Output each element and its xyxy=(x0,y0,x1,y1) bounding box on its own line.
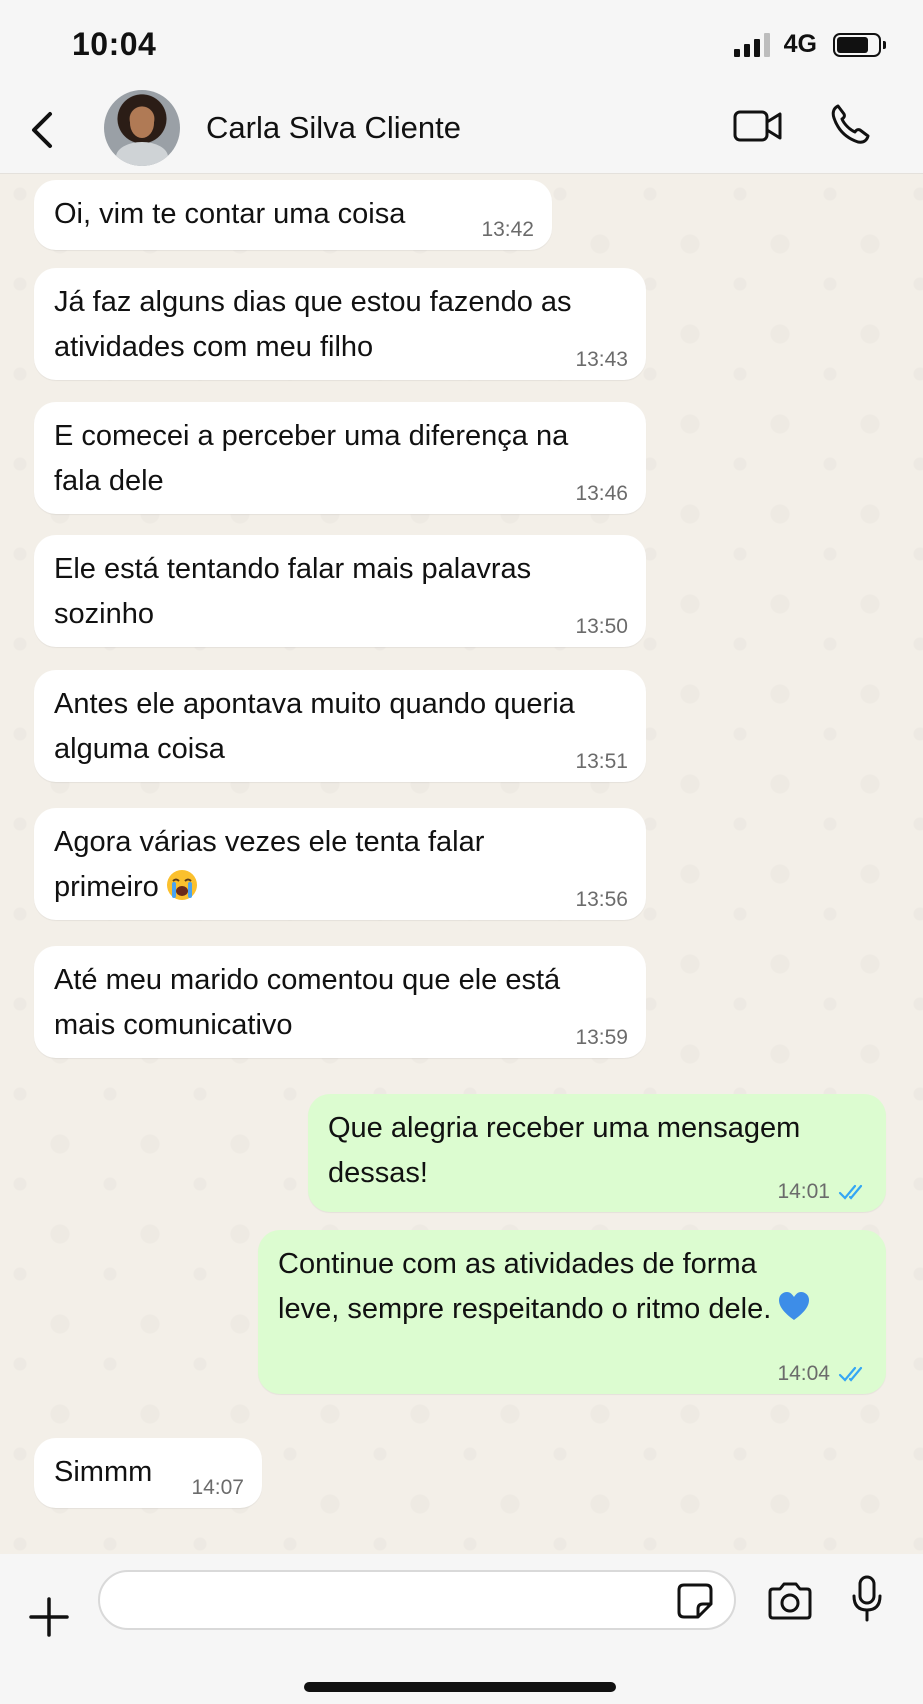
composer-bar xyxy=(0,1554,923,1704)
message-time: 13:50 xyxy=(575,615,628,638)
read-receipt-icon xyxy=(838,1184,863,1200)
contact-avatar[interactable] xyxy=(104,90,180,166)
sticker-icon[interactable] xyxy=(676,1582,714,1620)
message-text-line: Continue com as atividades de forma leve… xyxy=(278,1248,772,1325)
message-incoming[interactable]: Antes ele apontava muito quando queria a… xyxy=(34,670,646,782)
message-incoming[interactable]: E comecei a perceber uma diferença na fa… xyxy=(34,402,646,514)
message-time: 13:43 xyxy=(575,348,628,371)
message-text: Antes ele apontava muito quando queria a… xyxy=(54,688,575,765)
message-input[interactable] xyxy=(98,1570,736,1630)
message-outgoing[interactable]: Continue com as atividades de forma leve… xyxy=(258,1230,886,1394)
message-time: 13:51 xyxy=(575,750,628,773)
message-text: Agora várias vezes ele tenta falar prime… xyxy=(54,820,626,910)
signal-icon xyxy=(733,32,770,57)
message-incoming[interactable]: Já faz alguns dias que estou fazendo as … xyxy=(34,268,646,380)
message-text: Continue com as atividades de forma leve… xyxy=(278,1242,866,1332)
chat-header: Carla Silva Cliente xyxy=(0,88,923,174)
voice-call-icon[interactable] xyxy=(828,102,872,146)
message-text: E comecei a perceber uma diferença na fa… xyxy=(54,420,569,497)
microphone-icon[interactable] xyxy=(850,1574,884,1624)
attach-plus-icon[interactable] xyxy=(28,1596,70,1638)
message-text: Já faz alguns dias que estou fazendo as … xyxy=(54,286,572,363)
message-list: Oi, vim te contar uma coisa 13:42 Já faz… xyxy=(0,174,923,1554)
status-indicators: 4G xyxy=(733,30,886,59)
battery-icon xyxy=(833,32,886,57)
message-time: 14:01 xyxy=(777,1180,830,1203)
message-time: 14:04 xyxy=(777,1362,830,1385)
message-incoming[interactable]: Agora várias vezes ele tenta falar prime… xyxy=(34,808,646,920)
message-time: 13:59 xyxy=(575,1026,628,1049)
crying-face-emoji-icon xyxy=(166,870,197,900)
message-time: 14:07 xyxy=(191,1476,244,1499)
network-type: 4G xyxy=(783,30,817,58)
message-time: 13:42 xyxy=(481,218,534,241)
message-incoming[interactable]: Até meu marido comentou que ele está mai… xyxy=(34,946,646,1058)
video-call-icon[interactable] xyxy=(732,106,784,146)
message-outgoing[interactable]: Que alegria receber uma mensagem dessas!… xyxy=(308,1094,886,1212)
status-bar: 10:04 4G xyxy=(0,0,923,88)
back-chevron-icon[interactable] xyxy=(24,108,64,152)
message-text: Ele está tentando falar mais palavras so… xyxy=(54,553,532,630)
read-receipt-icon xyxy=(838,1366,863,1382)
camera-icon[interactable] xyxy=(766,1580,814,1622)
message-text: Até meu marido comentou que ele está mai… xyxy=(54,964,561,1041)
message-incoming[interactable]: Oi, vim te contar uma coisa 13:42 xyxy=(34,180,552,250)
contact-name[interactable]: Carla Silva Cliente xyxy=(206,110,461,146)
message-meta: 14:01 xyxy=(777,1180,868,1204)
message-incoming[interactable]: Simmm 14:07 xyxy=(34,1438,262,1508)
message-text-line: Agora várias vezes ele tenta falar prime… xyxy=(54,826,485,903)
status-time: 10:04 xyxy=(72,26,157,62)
message-meta: 14:04 xyxy=(777,1362,868,1386)
message-time: 13:56 xyxy=(575,888,628,911)
blue-heart-emoji-icon xyxy=(779,1292,810,1320)
message-incoming[interactable]: Ele está tentando falar mais palavras so… xyxy=(34,535,646,647)
message-text: Oi, vim te contar uma coisa xyxy=(54,198,406,230)
home-indicator xyxy=(304,1682,616,1692)
message-time: 13:46 xyxy=(575,482,628,505)
